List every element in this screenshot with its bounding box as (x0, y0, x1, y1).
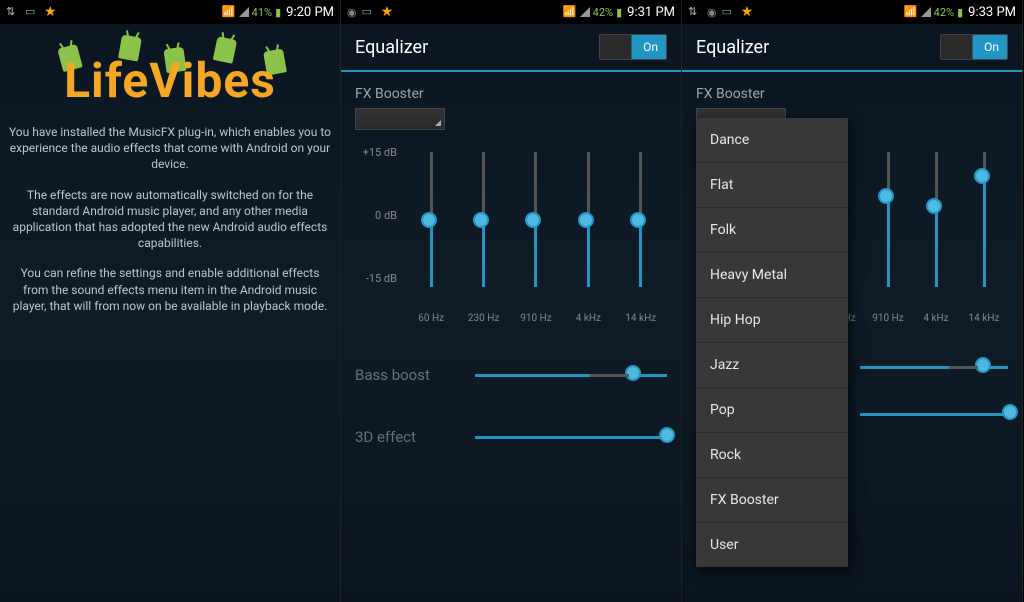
intro-text: You have installed the MusicFX plug-in, … (0, 114, 340, 338)
battery-icon: ▮ (957, 6, 963, 19)
band-freq-label: 910 Hz (520, 313, 551, 324)
intro-paragraph: You have installed the MusicFX plug-in, … (8, 124, 332, 173)
battery-percent: 41% (252, 6, 272, 19)
band-freq-label: 4 kHz (923, 313, 948, 324)
preset-option-rock[interactable]: Rock (696, 433, 848, 478)
preset-option-dance[interactable]: Dance (696, 118, 848, 163)
eq-slider-910hz[interactable] (534, 152, 537, 287)
status-bar: ⇅ ◉ ▭ ★ 📶 42% ▮ 9:33 PM (682, 0, 1022, 24)
battery-percent: 42% (934, 6, 954, 19)
status-bar: ⇅ ▭ ★ 📶 41% ▮ 9:20 PM (0, 0, 340, 24)
picture-icon: ▭ (362, 5, 376, 19)
equalizer-toggle[interactable]: On (599, 34, 667, 60)
preset-option-fx-booster[interactable]: FX Booster (696, 478, 848, 523)
eq-slider-60hz[interactable] (430, 152, 433, 287)
preset-option-hip-hop[interactable]: Hip Hop (696, 298, 848, 343)
eq-slider-910hz[interactable] (887, 152, 890, 287)
wifi-icon: 📶 (222, 5, 236, 19)
intro-paragraph: You can refine the settings and enable a… (8, 265, 332, 314)
status-time: 9:31 PM (627, 5, 675, 20)
app-header: Equalizer On (682, 24, 1022, 72)
signal-icon (921, 7, 931, 17)
preset-option-jazz[interactable]: Jazz (696, 343, 848, 388)
band-freq-label: 14 kHz (969, 313, 1000, 324)
status-time: 9:33 PM (968, 5, 1016, 20)
db-scale: +15 dB 0 dB -15 dB (355, 146, 405, 285)
bass-boost-slider[interactable] (475, 374, 667, 377)
band-freq-label: 910 Hz (872, 313, 903, 324)
record-icon: ◉ (347, 6, 357, 19)
3d-effect-slider[interactable] (860, 413, 1008, 416)
screen-equalizer: ◉ ▭ ★ 📶 42% ▮ 9:31 PM Equalizer On FX Bo… (341, 0, 682, 602)
picture-icon: ▭ (25, 5, 39, 19)
preset-dropdown[interactable] (355, 108, 445, 130)
wifi-icon: 📶 (904, 5, 918, 19)
band-freq-label: 14 kHz (625, 313, 656, 324)
status-time: 9:20 PM (286, 5, 334, 20)
band-freq-label: 60 Hz (418, 313, 444, 324)
star-icon: ★ (44, 4, 57, 20)
star-icon: ★ (381, 4, 394, 20)
screen-equalizer-dropdown: ⇅ ◉ ▭ ★ 📶 42% ▮ 9:33 PM Equalizer On FX … (682, 0, 1023, 602)
equalizer-toggle[interactable]: On (940, 34, 1008, 60)
preset-option-flat[interactable]: Flat (696, 163, 848, 208)
preset-option-heavy-metal[interactable]: Heavy Metal (696, 253, 848, 298)
preset-option-pop[interactable]: Pop (696, 388, 848, 433)
page-title: Equalizer (355, 37, 428, 58)
preset-dropdown-menu: Dance Flat Folk Heavy Metal Hip Hop Jazz… (696, 118, 848, 567)
screen-lifevibes-intro: ⇅ ▭ ★ 📶 41% ▮ 9:20 PM LifeVibes You have… (0, 0, 341, 602)
band-freq-label: 230 Hz (468, 313, 499, 324)
app-logo-text: LifeVibes (10, 52, 330, 109)
usb-icon: ⇅ (688, 5, 702, 19)
eq-slider-4khz[interactable] (587, 152, 590, 287)
3d-effect-slider[interactable] (475, 436, 667, 439)
battery-icon: ▮ (275, 6, 281, 19)
usb-icon: ⇅ (6, 5, 20, 19)
eq-slider-4khz[interactable] (935, 152, 938, 287)
3d-effect-label: 3D effect (355, 428, 475, 446)
bass-boost-label: Bass boost (355, 366, 475, 384)
preset-label: FX Booster (355, 86, 667, 102)
eq-slider-230hz[interactable] (482, 152, 485, 287)
wifi-icon: 📶 (563, 5, 577, 19)
preset-option-user[interactable]: User (696, 523, 848, 567)
battery-percent: 42% (593, 6, 613, 19)
eq-slider-14khz[interactable] (639, 152, 642, 287)
picture-icon: ▭ (722, 5, 736, 19)
battery-icon: ▮ (616, 6, 622, 19)
eq-slider-14khz[interactable] (983, 152, 986, 287)
equalizer-bands: +15 dB 0 dB -15 dB (355, 140, 667, 307)
intro-paragraph: The effects are now automatically switch… (8, 187, 332, 252)
preset-label: FX Booster (696, 86, 1008, 102)
page-title: Equalizer (696, 37, 769, 58)
app-header: Equalizer On (341, 24, 681, 72)
preset-option-folk[interactable]: Folk (696, 208, 848, 253)
status-bar: ◉ ▭ ★ 📶 42% ▮ 9:31 PM (341, 0, 681, 24)
record-icon: ◉ (707, 6, 717, 19)
bass-boost-slider[interactable] (860, 366, 1008, 369)
signal-icon (239, 7, 249, 17)
band-freq-label: 4 kHz (576, 313, 601, 324)
star-icon: ★ (741, 4, 754, 20)
logo-area: LifeVibes (0, 24, 340, 114)
signal-icon (580, 7, 590, 17)
